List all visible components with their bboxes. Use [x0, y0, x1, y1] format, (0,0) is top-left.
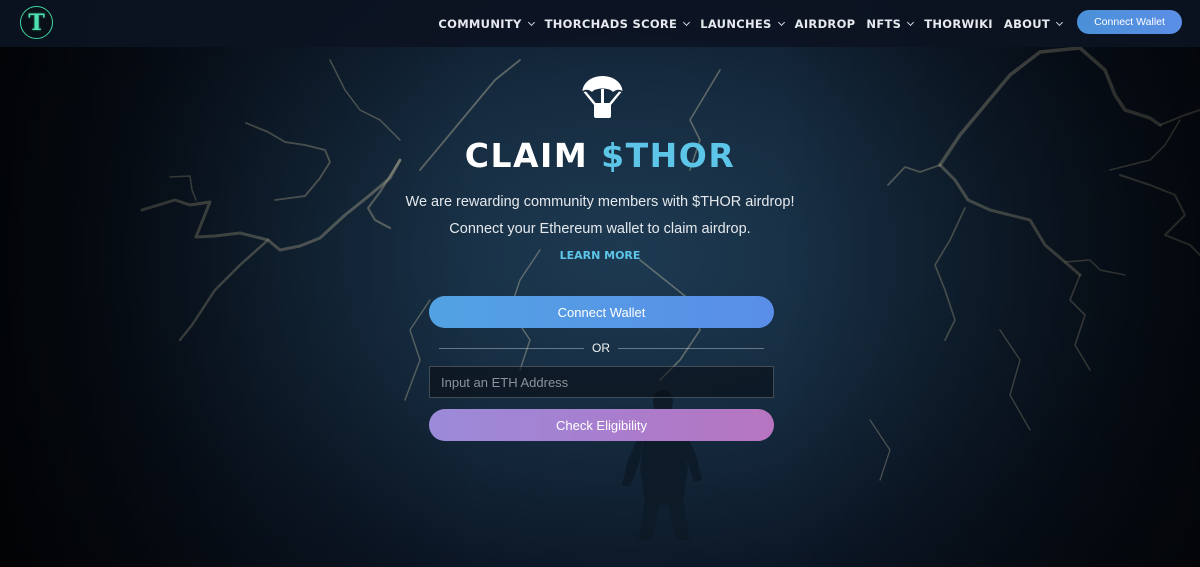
- parachute-airdrop-icon: [582, 76, 623, 118]
- nav-item-label: NFTS: [866, 16, 902, 31]
- nav-item-launches[interactable]: LAUNCHES: [700, 16, 785, 31]
- nav-item-nfts[interactable]: NFTS: [866, 16, 915, 31]
- divider-line: [618, 347, 764, 349]
- chevron-down-icon: [527, 18, 535, 26]
- connect-instruction: Connect your Ethereum wallet to claim ai…: [449, 221, 751, 237]
- nav-item-label: COMMUNITY: [438, 16, 522, 31]
- check-eligibility-button[interactable]: Check Eligibility: [429, 409, 774, 441]
- eth-address-input[interactable]: [429, 366, 774, 398]
- nav-item-label: ABOUT: [1003, 16, 1050, 31]
- thorchads-logo[interactable]: T: [20, 6, 53, 39]
- nav-menu: COMMUNITY THORCHADS SCORE LAUNCHES AIRDR…: [427, 0, 1064, 47]
- nav-item-about[interactable]: ABOUT: [1003, 16, 1064, 31]
- page-title: CLAIM $THOR: [0, 136, 1200, 175]
- logo-t-icon: T: [28, 9, 45, 36]
- chevron-down-icon: [777, 18, 785, 26]
- nav-item-airdrop[interactable]: AIRDROP: [795, 17, 856, 31]
- nav-item-community[interactable]: COMMUNITY: [438, 16, 535, 31]
- nav-item-thorwiki[interactable]: THORWIKI: [924, 17, 993, 31]
- chevron-down-icon: [907, 18, 915, 26]
- nav-item-label: AIRDROP: [794, 16, 856, 31]
- or-divider: OR: [439, 340, 764, 356]
- nav-item-label: LAUNCHES: [700, 16, 772, 31]
- title-thor-text: $THOR: [601, 136, 736, 175]
- nav-item-thorchads-score[interactable]: THORCHADS SCORE: [544, 16, 691, 31]
- nav-item-label: THORCHADS SCORE: [544, 16, 678, 31]
- divider-line: [439, 347, 584, 349]
- airdrop-description: We are rewarding community members with …: [405, 194, 795, 210]
- chevron-down-icon: [1055, 18, 1064, 26]
- chevron-down-icon: [683, 18, 691, 26]
- learn-more-link[interactable]: LEARN MORE: [0, 249, 1200, 262]
- title-claim-text: CLAIM: [464, 136, 589, 175]
- nav-item-label: THORWIKI: [924, 16, 993, 31]
- top-navbar: T COMMUNITY THORCHADS SCORE LAUNCHES AIR…: [0, 0, 1200, 47]
- connect-wallet-button[interactable]: Connect Wallet: [429, 296, 774, 328]
- claim-section: CLAIM $THOR We are rewarding community m…: [0, 0, 1200, 567]
- nav-connect-wallet-button[interactable]: Connect Wallet: [1077, 10, 1182, 34]
- or-text: OR: [592, 341, 610, 355]
